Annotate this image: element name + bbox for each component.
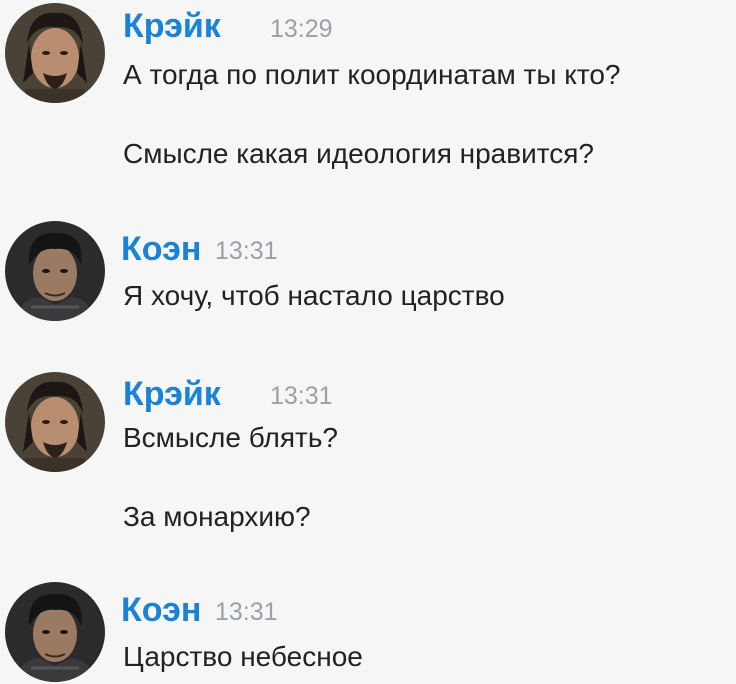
message-text: А тогда по полит координатам ты кто?: [123, 59, 621, 90]
author-name[interactable]: Крэйк: [123, 374, 221, 414]
message-text: Царство небесное: [123, 641, 363, 672]
message-text: Всмысле блять?: [123, 422, 339, 453]
message-text: Смысле какая идеология нравится?: [123, 138, 594, 169]
koen-avatar-icon: [5, 221, 105, 321]
author-name[interactable]: Крэйк: [123, 6, 221, 46]
author-name[interactable]: Коэн: [121, 590, 201, 630]
message-time: 13:31: [270, 382, 333, 410]
kreik-avatar-icon: [5, 372, 105, 472]
message-time: 13:29: [270, 15, 333, 43]
message-text: Я хочу, чтоб настало царство: [123, 280, 505, 311]
avatar-kreik[interactable]: [5, 3, 105, 103]
avatar-koen[interactable]: [5, 221, 105, 321]
message-time: 13:31: [215, 598, 278, 626]
message-text: За монархию?: [123, 501, 311, 532]
message-time: 13:31: [215, 237, 278, 265]
avatar-koen[interactable]: [5, 582, 105, 682]
kreik-avatar-icon: [5, 3, 105, 103]
koen-avatar-icon: [5, 582, 105, 682]
author-name[interactable]: Коэн: [121, 229, 201, 269]
avatar-kreik[interactable]: [5, 372, 105, 472]
